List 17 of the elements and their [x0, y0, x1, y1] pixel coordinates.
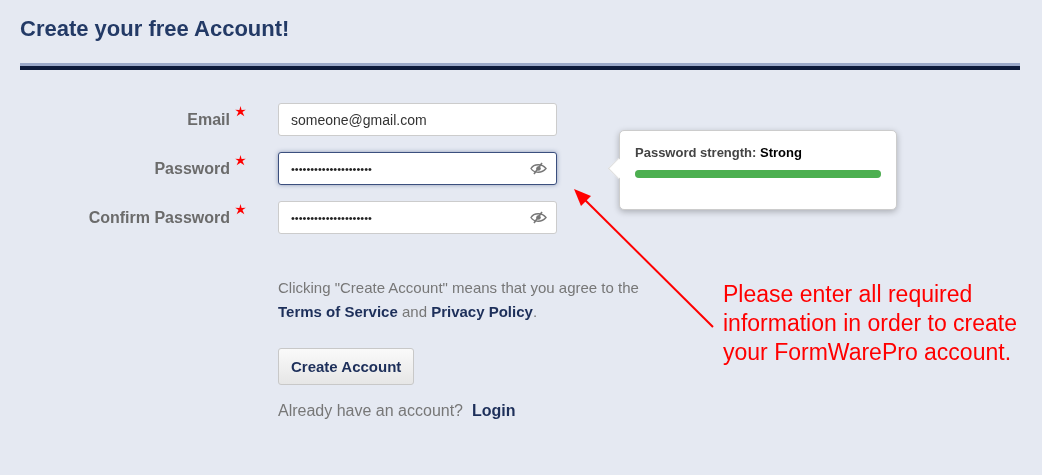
- annotation-text: Please enter all required information in order to create your FormWarePro account.: [723, 280, 1019, 367]
- login-prompt: Already have an account?: [278, 402, 463, 419]
- input-field[interactable]: •••••••••••••••••••••: [278, 201, 557, 234]
- input-field[interactable]: •••••••••••••••••••••: [278, 152, 557, 185]
- field-label: Confirm Password: [87, 208, 230, 227]
- input-field[interactable]: someone@gmail.com: [278, 103, 557, 136]
- page-title: Create your free Account!: [19, 15, 291, 43]
- privacy-link[interactable]: Privacy Policy: [431, 303, 533, 320]
- agreement-text: Clicking "Create Account" means that you agree to the Terms of Service and Privacy Policy.: [278, 278, 640, 322]
- create-account-button[interactable]: Create Account: [278, 348, 415, 385]
- eye-slash-icon[interactable]: [530, 162, 547, 175]
- login-link[interactable]: Login: [472, 402, 516, 419]
- strength-text: Password strength: Strong: [635, 145, 803, 160]
- field-label: Email: [186, 110, 230, 129]
- field-label: Password: [153, 159, 230, 178]
- eye-slash-icon[interactable]: [530, 211, 547, 224]
- terms-link[interactable]: Terms of Service: [278, 303, 398, 320]
